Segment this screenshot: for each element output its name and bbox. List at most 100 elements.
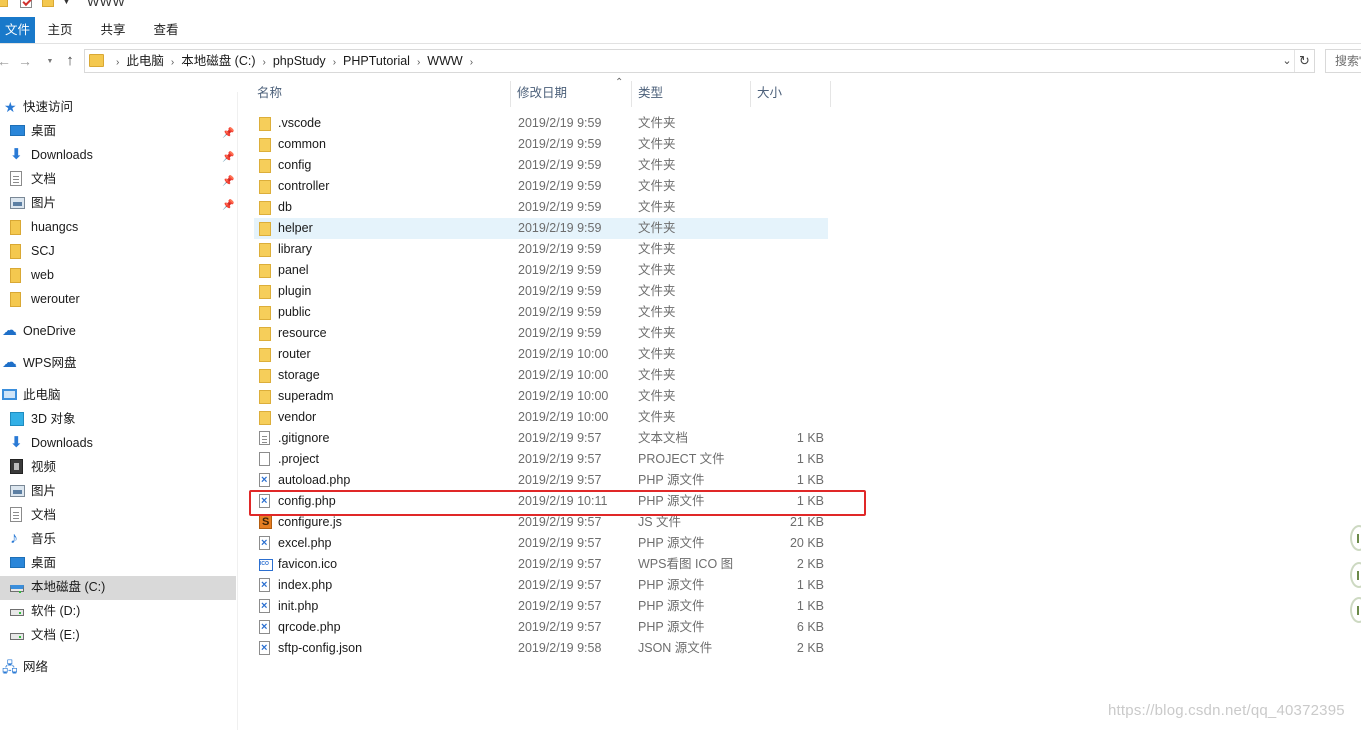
- refresh-icon[interactable]: ↻: [1294, 50, 1314, 72]
- breadcrumb-item[interactable]: phpStudy: [273, 54, 326, 68]
- file-row[interactable]: router 2019/2/19 10:00 文件夹: [254, 344, 828, 365]
- file-row[interactable]: favicon.ico 2019/2/19 9:57 WPS看图 ICO 图 2 KB: [254, 554, 828, 575]
- sidebar-item[interactable]: 桌面 📌: [0, 120, 236, 142]
- file-row[interactable]: config 2019/2/19 9:59 文件夹: [254, 155, 828, 176]
- new-folder-icon[interactable]: [42, 0, 54, 7]
- sidebar-item[interactable]: ⬇ Downloads 📌: [0, 144, 236, 166]
- file-row[interactable]: helper 2019/2/19 9:59 文件夹: [254, 218, 828, 239]
- sidebar-item[interactable]: ☁ WPS网盘: [0, 352, 236, 374]
- pin-icon[interactable]: 📌: [222, 147, 234, 169]
- folder-icon[interactable]: [0, 0, 8, 7]
- sidebar-item[interactable]: 文档 (E:): [0, 624, 236, 646]
- file-size: 2 KB: [796, 557, 824, 571]
- sidebar-item[interactable]: SCJ: [0, 240, 236, 262]
- column-header-type[interactable]: 类型: [634, 81, 751, 107]
- chevron-right-icon[interactable]: ›: [263, 52, 266, 74]
- tab-file[interactable]: 文件: [0, 17, 35, 43]
- breadcrumb-item[interactable]: WWW: [427, 54, 462, 68]
- sidebar-item[interactable]: ♪ 音乐: [0, 528, 236, 550]
- file-row[interactable]: library 2019/2/19 9:59 文件夹: [254, 239, 828, 260]
- properties-check-icon[interactable]: [20, 0, 32, 8]
- watermark: https://blog.csdn.net/qq_40372395: [1108, 702, 1345, 719]
- sidebar-item[interactable]: ★ 快速访问: [0, 96, 236, 118]
- sidebar-item[interactable]: huangcs: [0, 216, 236, 238]
- sidebar-item-label: OneDrive: [23, 324, 76, 338]
- sidebar-item[interactable]: web: [0, 264, 236, 286]
- sidebar-item[interactable]: 软件 (D:): [0, 600, 236, 622]
- file-modified-date: 2019/2/19 9:59: [518, 200, 602, 214]
- file-row[interactable]: autoload.php 2019/2/19 9:57 PHP 源文件 1 KB: [254, 470, 828, 491]
- file-row[interactable]: init.php 2019/2/19 9:57 PHP 源文件 1 KB: [254, 596, 828, 617]
- file-name: panel: [278, 263, 309, 277]
- sidebar-item[interactable]: ⬇ Downloads: [0, 432, 236, 454]
- folder-icon: [259, 180, 271, 194]
- folder-icon: [259, 369, 271, 383]
- sidebar-item-label: 文档: [31, 172, 57, 186]
- sidebar-item[interactable]: 本地磁盘 (C:): [0, 576, 236, 600]
- address-bar[interactable]: › 此电脑 › 本地磁盘 (C:) › phpStudy › PHPTutorial › WWW ›…: [84, 49, 1315, 73]
- pin-icon[interactable]: 📌: [222, 123, 234, 145]
- file-row[interactable]: vendor 2019/2/19 10:00 文件夹: [254, 407, 828, 428]
- recent-locations-chevron-icon[interactable]: ▼: [42, 53, 58, 71]
- chevron-right-icon[interactable]: ›: [470, 52, 473, 74]
- file-row[interactable]: .vscode 2019/2/19 9:59 文件夹: [254, 113, 828, 134]
- file-row[interactable]: resource 2019/2/19 9:59 文件夹: [254, 323, 828, 344]
- breadcrumb-item[interactable]: PHPTutorial: [343, 54, 410, 68]
- file-row[interactable]: index.php 2019/2/19 9:57 PHP 源文件 1 KB: [254, 575, 828, 596]
- music-icon: ♪: [10, 530, 18, 547]
- tab-share[interactable]: 共享: [92, 17, 134, 43]
- column-header-date[interactable]: 修改日期: [513, 81, 632, 107]
- breadcrumb-item[interactable]: 本地磁盘 (C:): [181, 54, 255, 68]
- file-row[interactable]: common 2019/2/19 9:59 文件夹: [254, 134, 828, 155]
- file-name: vendor: [278, 410, 317, 424]
- file-row[interactable]: qrcode.php 2019/2/19 9:57 PHP 源文件 6 KB: [254, 617, 828, 638]
- sidebar-item[interactable]: 3D 对象: [0, 408, 236, 430]
- file-type: PHP 源文件: [638, 578, 705, 592]
- pin-icon[interactable]: 📌: [222, 195, 234, 217]
- breadcrumb-item[interactable]: 此电脑: [126, 54, 164, 68]
- file-name: .gitignore: [278, 431, 330, 445]
- file-row[interactable]: public 2019/2/19 9:59 文件夹: [254, 302, 828, 323]
- sidebar-item[interactable]: 文档 📌: [0, 168, 236, 190]
- chevron-right-icon[interactable]: ›: [116, 52, 119, 74]
- up-arrow-icon[interactable]: ↑: [62, 52, 78, 70]
- sidebar-item[interactable]: 图片: [0, 480, 236, 502]
- sidebar-item[interactable]: 此电脑: [0, 384, 236, 406]
- sidebar-item[interactable]: 视频: [0, 456, 236, 478]
- file-row[interactable]: plugin 2019/2/19 9:59 文件夹: [254, 281, 828, 302]
- file-row[interactable]: db 2019/2/19 9:59 文件夹: [254, 197, 828, 218]
- file-row[interactable]: superadm 2019/2/19 10:00 文件夹: [254, 386, 828, 407]
- tab-view[interactable]: 查看: [144, 17, 188, 43]
- back-arrow-icon[interactable]: ←: [0, 52, 12, 70]
- file-row[interactable]: excel.php 2019/2/19 9:57 PHP 源文件 20 KB: [254, 533, 828, 554]
- file-row[interactable]: sftp-config.json 2019/2/19 9:58 JSON 源文件 2 …: [254, 638, 828, 659]
- chevron-right-icon[interactable]: ›: [171, 52, 174, 74]
- column-header-name[interactable]: 名称: [253, 81, 511, 107]
- file-row[interactable]: .gitignore 2019/2/19 9:57 文本文档 1 KB: [254, 428, 828, 449]
- search-input[interactable]: 搜索"WWW": [1325, 49, 1361, 73]
- side-toggle-icon[interactable]: [1350, 525, 1361, 551]
- file-row[interactable]: panel 2019/2/19 9:59 文件夹: [254, 260, 828, 281]
- file-row[interactable]: .project 2019/2/19 9:57 PROJECT 文件 1 KB: [254, 449, 828, 470]
- file-name: excel.php: [278, 536, 332, 550]
- chevron-right-icon[interactable]: ›: [417, 52, 420, 74]
- pin-icon[interactable]: 📌: [222, 171, 234, 193]
- sidebar-item[interactable]: werouter: [0, 288, 236, 310]
- chevron-right-icon[interactable]: ›: [333, 52, 336, 74]
- side-toggle-icon[interactable]: [1350, 562, 1361, 588]
- chevron-down-icon[interactable]: ⌄: [1280, 50, 1294, 72]
- sidebar-item[interactable]: 桌面: [0, 552, 236, 574]
- quick-access-dropdown-icon[interactable]: ▼: [62, 0, 71, 6]
- column-header-size[interactable]: 大小: [753, 81, 831, 107]
- file-row[interactable]: controller 2019/2/19 9:59 文件夹: [254, 176, 828, 197]
- sidebar-item[interactable]: 图片 📌: [0, 192, 236, 214]
- sidebar-item[interactable]: ☁ OneDrive: [0, 320, 236, 342]
- forward-arrow-icon[interactable]: →: [17, 52, 33, 70]
- sidebar-item[interactable]: 文档: [0, 504, 236, 526]
- side-toggle-icon[interactable]: [1350, 597, 1361, 623]
- star-icon: ★: [4, 99, 17, 115]
- sidebar-item[interactable]: 🖧 网络: [0, 656, 236, 678]
- tab-home[interactable]: 主页: [38, 17, 82, 43]
- file-row[interactable]: storage 2019/2/19 10:00 文件夹: [254, 365, 828, 386]
- file-type: 文件夹: [638, 305, 676, 319]
